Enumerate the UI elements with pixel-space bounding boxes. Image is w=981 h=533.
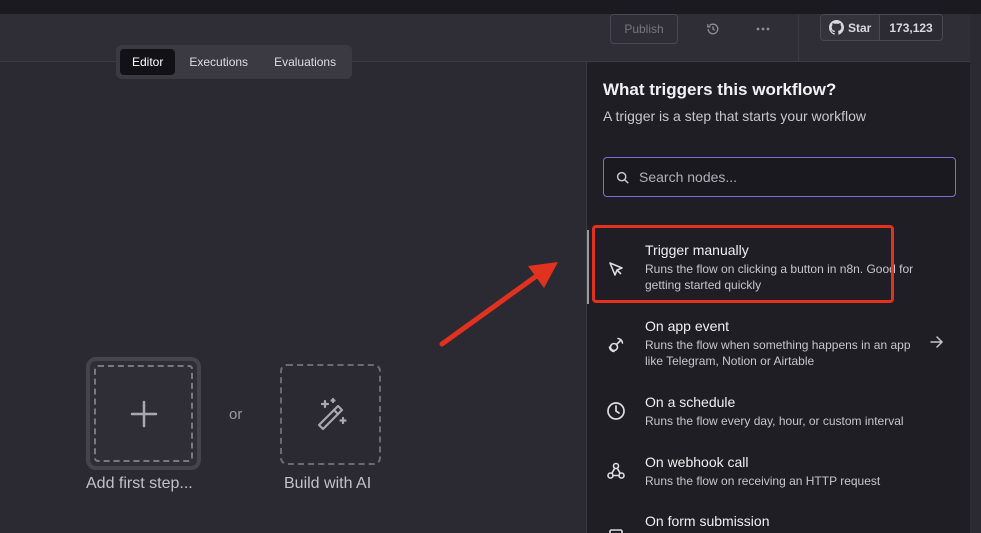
add-first-step-button[interactable] <box>86 357 201 470</box>
app-event-icon <box>605 334 627 356</box>
search-nodes-field[interactable] <box>603 157 956 197</box>
window-top-strip <box>0 0 981 14</box>
trigger-item-desc: Runs the flow every day, hour, or custom… <box>645 414 904 428</box>
github-star-label: Star <box>848 20 872 35</box>
panel-subtitle: A trigger is a step that starts your wor… <box>603 108 866 124</box>
github-star-count[interactable]: 173,123 <box>880 15 942 40</box>
panel-title: What triggers this workflow? <box>603 80 837 99</box>
trigger-item-schedule[interactable]: On a schedule Runs the flow every day, h… <box>587 384 971 440</box>
trigger-item-desc: Runs the flow on receiving an HTTP reque… <box>645 474 881 488</box>
annotation-highlight-box <box>592 225 894 303</box>
magic-wand-icon <box>317 397 347 430</box>
github-star-button[interactable]: Star <box>821 15 881 40</box>
add-first-step-label: Add first step... <box>86 475 193 492</box>
trigger-item-name: On a schedule <box>645 394 736 410</box>
build-with-ai-label: Build with AI <box>284 475 372 492</box>
form-icon <box>605 526 627 533</box>
plus-icon <box>130 400 157 427</box>
trigger-item-form[interactable]: On form submission <box>587 504 971 533</box>
search-icon <box>616 171 629 184</box>
header-divider <box>798 14 799 62</box>
or-separator: or <box>229 406 243 423</box>
arrow-right-icon <box>930 335 944 353</box>
trigger-item-name: On form submission <box>645 513 770 529</box>
trigger-item-webhook[interactable]: On webhook call Runs the flow on receivi… <box>587 444 971 500</box>
trigger-item-app-event[interactable]: On app event Runs the flow when somethin… <box>587 308 971 378</box>
trigger-item-name: On app event <box>645 318 730 334</box>
build-with-ai-button[interactable] <box>280 364 381 465</box>
search-input[interactable] <box>639 169 929 185</box>
clock-icon <box>605 400 627 422</box>
history-icon[interactable] <box>698 14 728 44</box>
annotation-arrow <box>439 262 558 347</box>
trigger-item-desc: Runs the flow when something happens in … <box>645 338 911 368</box>
github-icon <box>829 20 844 35</box>
add-first-step-dropzone <box>94 365 193 462</box>
more-horizontal-icon[interactable] <box>748 14 778 44</box>
trigger-item-name: On webhook call <box>645 454 749 470</box>
publish-button[interactable]: Publish <box>610 14 678 44</box>
webhook-icon <box>605 460 627 482</box>
github-star-widget[interactable]: Star 173,123 <box>820 14 943 41</box>
